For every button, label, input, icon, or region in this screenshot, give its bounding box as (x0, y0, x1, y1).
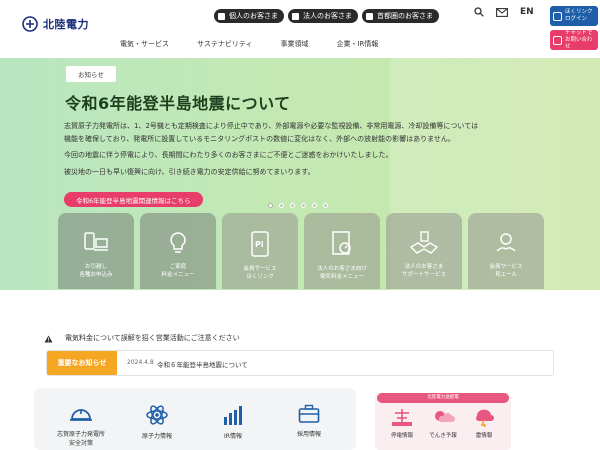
logo[interactable]: 北陸電力 (22, 16, 89, 32)
chat-icon (553, 35, 562, 45)
quick-link-label: 採用情報 (296, 431, 321, 438)
news-title-link[interactable]: 令和６年能登半島地震について (157, 359, 248, 369)
quick-link-ir[interactable]: IR情報 (196, 404, 270, 441)
notice-tag: お知らせ (66, 66, 116, 82)
utility-icons: EN (474, 7, 534, 17)
hokulink-login-button[interactable]: ほくリンク ログイン (550, 6, 598, 26)
hero-paragraph: 今回の地震に伴う停電により、長期間にわたり多くのお客さまにご不便とご迷惑をおかけ… (64, 151, 393, 159)
tile-label: ご家庭 料金メニュー (161, 264, 195, 278)
nav-business-areas[interactable]: 事業領域 (266, 39, 322, 49)
carousel-dot[interactable] (312, 203, 317, 208)
tile-moving-applications[interactable]: お引越し 各種お申込み (58, 213, 134, 289)
search-icon[interactable] (474, 7, 484, 17)
hero-body: 志賀原子力発電所は、1、2号機とも定期検査により停止中であり、外部電源や必要な監… (64, 120, 484, 182)
alert-text: 電気料金について誤解を招く営業活動にご注意ください (65, 333, 240, 342)
important-news-tag: 重要なお知らせ (47, 351, 117, 375)
metropolitan-customer-button[interactable]: 首都圏のお客さま (362, 9, 439, 23)
service-tiles: お引越し 各種お申込み ご家庭 料金メニュー Pi 会員サービス ほくリンク 法… (58, 213, 544, 289)
quick-link-label: 原子力情報 (141, 433, 172, 440)
login-icon (553, 11, 562, 21)
nav-corporate-ir[interactable]: 企業・IR情報 (322, 39, 392, 49)
outage-info-label: 停電情報 (390, 433, 413, 439)
carousel-dot[interactable] (323, 203, 328, 208)
forecast-icon (435, 411, 455, 422)
quick-link-nuclear-safety[interactable]: 志賀原子力発電所 安全対策 (44, 404, 118, 448)
corporate-customer-button[interactable]: 法人のお客さま (288, 9, 358, 23)
individual-customer-label: 個人のお客さま (229, 12, 278, 20)
scam-alert[interactable]: 電気料金について誤解を招く営業活動にご注意ください (44, 328, 240, 347)
chat-inquiry-label: チャットで お問い合わせ (565, 29, 593, 50)
mail-icon[interactable] (496, 7, 508, 17)
tile-label: 法人のお客さま サポートサービス (401, 264, 446, 278)
smartphone-pi-icon: Pi (251, 231, 269, 257)
nav-electricity-services[interactable]: 電気・サービス (106, 39, 183, 49)
hero-paragraph: 志賀原子力発電所は、1、2号機とも定期検査により停止中であり、外部電源や必要な監… (64, 122, 479, 143)
hero-paragraph: 被災地の一日も早い復興に向け、引き続き電力の安定供給に努めてまいります。 (64, 167, 315, 176)
earthquake-info-button[interactable]: 令和6年能登半島地震関連情報はこちら (64, 192, 203, 207)
carousel-dot[interactable] (279, 203, 284, 208)
tile-corporate-rate-menu[interactable]: 法人のお客さま向け 電気料金メニュー (304, 213, 380, 289)
hero-banner: お知らせ 令和6年能登半島地震について 志賀原子力発電所は、1、2号機とも定期検… (0, 58, 600, 290)
metropolitan-customer-label: 首都圏のお客さま (377, 12, 433, 20)
important-news[interactable]: 重要なお知らせ 2024.4.8 令和６年能登半島地震について (46, 350, 554, 376)
atom-icon (146, 405, 168, 425)
tile-label: お引越し 各種お申込み (79, 264, 113, 278)
transmission-panel-head: 北陸電力送配電 (377, 393, 509, 403)
svg-text:Pi: Pi (255, 240, 264, 249)
city-icon (366, 12, 373, 20)
nav-sustainability[interactable]: サステナビリティ (183, 39, 266, 49)
transmission-panel: 北陸電力送配電 停電情報 でんき予報 雷情報 (375, 393, 511, 450)
phone-laptop-icon (84, 232, 108, 251)
bar-chart-icon (224, 406, 242, 425)
hokulink-login-label: ほくリンク ログイン (565, 9, 593, 22)
outage-icon (392, 409, 412, 426)
logo-mark-icon (22, 16, 38, 32)
lightning-info-link[interactable]: 雷情報 (464, 407, 504, 439)
quick-link-nuclear-info[interactable]: 原子力情報 (120, 404, 194, 441)
warning-icon (44, 328, 53, 347)
customer-type-nav: 個人のお客さま 法人のお客さま 首都圏のお客さま (214, 9, 439, 23)
tile-label: 会員サービス ほくリンク (243, 266, 277, 280)
main-nav: 電気・サービス サステナビリティ 事業領域 企業・IR情報 (106, 39, 392, 49)
document-gauge-icon (332, 231, 351, 255)
chat-inquiry-button[interactable]: チャットで お問い合わせ (550, 30, 598, 50)
tile-label: 会員サービス 見エール (489, 264, 523, 278)
power-forecast-label: でんき予報 (429, 433, 457, 439)
tile-hokulink[interactable]: Pi 会員サービス ほくリンク (222, 213, 298, 289)
handshake-building-icon (409, 231, 439, 254)
quick-links-panel: 志賀原子力発電所 安全対策 原子力情報 IR情報 採用情報 (34, 388, 356, 450)
quick-link-recruit[interactable]: 採用情報 (272, 404, 346, 439)
carousel-dot[interactable] (268, 203, 273, 208)
carousel-dot[interactable] (301, 203, 306, 208)
power-forecast-link[interactable]: でんき予報 (423, 407, 463, 439)
quick-link-label: 志賀原子力発電所 安全対策 (56, 431, 105, 447)
home-icon (218, 12, 225, 20)
building-icon (292, 12, 299, 20)
outage-info-link[interactable]: 停電情報 (382, 407, 422, 439)
hand-bulb-icon (496, 233, 516, 252)
hero-title: 令和6年能登半島地震について (65, 94, 291, 113)
tile-corporate-support[interactable]: 法人のお客さま サポートサービス (386, 213, 462, 289)
site-header: 北陸電力 個人のお客さま 法人のお客さま 首都圏のお客さま EN 電気・サービス… (0, 0, 600, 58)
lightning-info-label: 雷情報 (475, 433, 493, 439)
lightbulb-icon (170, 232, 186, 253)
quick-link-label: IR情報 (224, 433, 242, 440)
tile-mieru[interactable]: 会員サービス 見エール (468, 213, 544, 289)
briefcase-icon (298, 404, 320, 423)
tile-home-rate-menu[interactable]: ご家庭 料金メニュー (140, 213, 216, 289)
carousel-dot[interactable] (290, 203, 295, 208)
carousel-dots (268, 203, 328, 208)
helmet-icon (70, 409, 92, 421)
language-en-link[interactable]: EN (520, 7, 534, 17)
corporate-customer-label: 法人のお客さま (303, 12, 352, 20)
news-date: 2024.4.8 (127, 359, 154, 366)
tile-label: 法人のお客さま向け 電気料金メニュー (317, 266, 367, 280)
logo-text: 北陸電力 (43, 18, 89, 31)
lightning-icon (476, 409, 494, 427)
individual-customer-button[interactable]: 個人のお客さま (214, 9, 284, 23)
